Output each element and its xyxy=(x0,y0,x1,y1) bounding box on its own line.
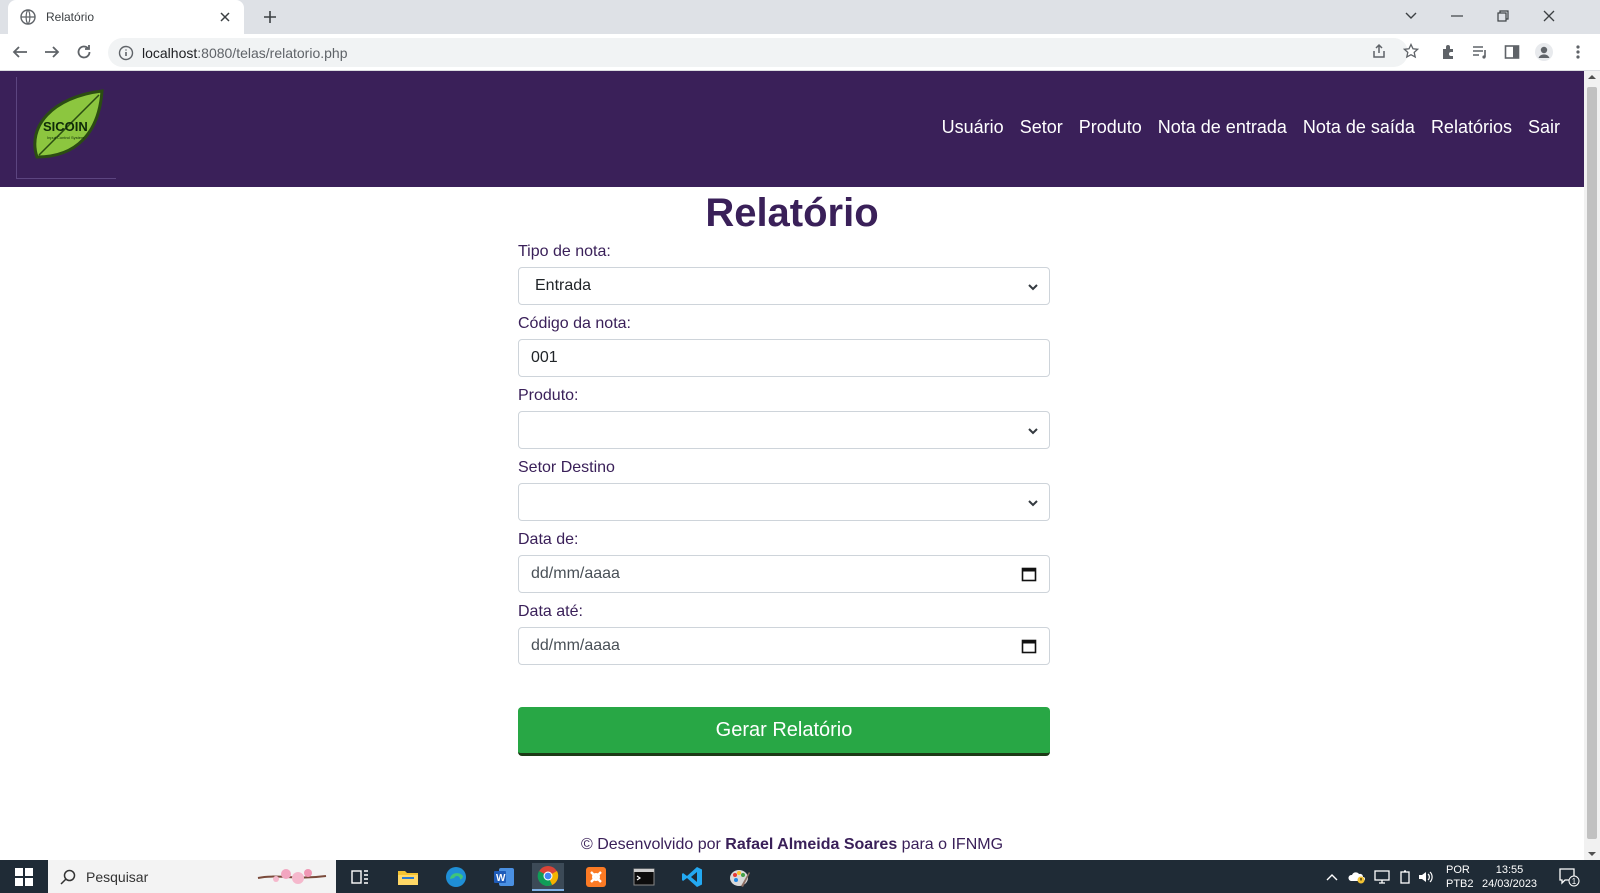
volume-icon[interactable] xyxy=(1418,860,1434,893)
tipo-nota-select[interactable]: Entrada xyxy=(518,267,1050,305)
page-footer: © Desenvolvido por Rafael Almeida Soares… xyxy=(0,836,1584,854)
restore-icon[interactable] xyxy=(1480,2,1526,30)
site-info-icon[interactable] xyxy=(118,45,134,61)
side-panel-icon[interactable] xyxy=(1500,40,1524,64)
browser-tab-bar: Relatório xyxy=(0,0,1600,34)
nav-usuario[interactable]: Usuário xyxy=(942,117,1004,138)
nav-setor[interactable]: Setor xyxy=(1020,117,1063,138)
browser-menu-icon[interactable] xyxy=(1566,40,1590,64)
taskbar-search-text: Pesquisar xyxy=(86,868,149,885)
close-tab-icon[interactable] xyxy=(216,8,234,26)
forward-icon[interactable] xyxy=(38,38,66,66)
vscode-icon[interactable] xyxy=(676,863,708,891)
scroll-down-arrow-icon[interactable] xyxy=(1588,850,1596,858)
chevron-down-icon xyxy=(1028,284,1038,291)
tipo-nota-value: Entrada xyxy=(535,277,592,294)
notification-count: 1 xyxy=(1572,877,1577,886)
nav-nota-entrada[interactable]: Nota de entrada xyxy=(1158,117,1287,138)
media-queue-icon[interactable] xyxy=(1468,40,1492,64)
footer-suffix: para o IFNMG xyxy=(897,836,1004,853)
scroll-up-arrow-icon[interactable] xyxy=(1588,73,1596,81)
globe-icon xyxy=(20,9,36,25)
reload-icon[interactable] xyxy=(70,38,98,66)
back-icon[interactable] xyxy=(6,38,34,66)
site-navbar: SICOIN Input Control System Usuário Seto… xyxy=(0,71,1584,187)
logo-subtext: Input Control System xyxy=(47,135,85,140)
network-icon[interactable] xyxy=(1374,860,1390,893)
footer-prefix: © Desenvolvido por xyxy=(580,836,726,853)
battery-icon[interactable] xyxy=(1398,860,1412,893)
file-explorer-icon[interactable] xyxy=(392,863,424,891)
address-bar[interactable]: localhost:8080/telas/relatorio.php xyxy=(108,38,1408,67)
chevron-down-icon xyxy=(1028,428,1038,435)
minimize-icon[interactable] xyxy=(1434,2,1480,30)
lang-code: POR xyxy=(1446,864,1470,876)
windows-start-icon[interactable] xyxy=(10,866,38,888)
produto-label: Produto: xyxy=(518,387,579,404)
url-host: localhost xyxy=(142,44,198,61)
main-menu: Usuário Setor Produto Nota de entrada No… xyxy=(942,117,1560,138)
browser-tab[interactable]: Relatório xyxy=(8,0,244,34)
word-icon[interactable]: W xyxy=(488,863,520,891)
show-hidden-icons-chevron[interactable] xyxy=(1326,860,1338,893)
input-language[interactable]: POR PTB2 xyxy=(1446,863,1474,891)
site-logo[interactable]: SICOIN Input Control System xyxy=(16,77,116,179)
produto-select[interactable] xyxy=(518,411,1050,449)
page-viewport: SICOIN Input Control System Usuário Seto… xyxy=(0,71,1584,860)
taskbar-search[interactable]: Pesquisar xyxy=(48,860,336,893)
codigo-nota-value: 001 xyxy=(531,349,558,366)
data-de-placeholder: dd/mm/aaaa xyxy=(531,565,620,582)
close-window-icon[interactable] xyxy=(1526,2,1572,30)
setor-destino-select[interactable] xyxy=(518,483,1050,521)
data-ate-placeholder: dd/mm/aaaa xyxy=(531,637,620,654)
clock-date: 24/03/2023 xyxy=(1482,878,1538,890)
nav-sair[interactable]: Sair xyxy=(1528,117,1560,138)
svg-text:W: W xyxy=(496,873,506,884)
nav-relatorios[interactable]: Relatórios xyxy=(1431,117,1512,138)
search-highlight-image xyxy=(257,869,327,884)
bookmark-star-icon[interactable] xyxy=(1400,40,1422,62)
nav-nota-saida[interactable]: Nota de saída xyxy=(1303,117,1415,138)
clock-time: 13:55 xyxy=(1495,864,1524,876)
browser-toolbar: localhost:8080/telas/relatorio.php xyxy=(0,34,1600,71)
share-icon[interactable] xyxy=(1368,40,1390,62)
tab-title: Relatório xyxy=(46,10,95,24)
data-de-input[interactable]: dd/mm/aaaa xyxy=(518,555,1050,593)
task-view-icon[interactable] xyxy=(344,863,376,891)
extensions-icon[interactable] xyxy=(1436,40,1460,64)
system-clock[interactable]: 13:55 24/03/2023 xyxy=(1482,863,1537,891)
search-icon xyxy=(60,869,76,885)
onedrive-warning-icon[interactable] xyxy=(1348,860,1366,893)
nav-produto[interactable]: Produto xyxy=(1079,117,1142,138)
windows-taskbar: Pesquisar W POR PTB2 13:55 24/03/2023 1 xyxy=(0,860,1600,893)
page-title: Relatório xyxy=(705,191,879,235)
setor-destino-label: Setor Destino xyxy=(518,459,615,476)
notification-center-icon[interactable]: 1 xyxy=(1558,860,1580,893)
logo-text: SICOIN xyxy=(43,119,88,134)
tipo-nota-label: Tipo de nota: xyxy=(518,243,611,260)
codigo-nota-input[interactable]: 001 xyxy=(518,339,1050,377)
tab-search-chevron-icon[interactable] xyxy=(1388,2,1434,30)
chrome-icon[interactable] xyxy=(532,863,564,891)
calendar-icon[interactable] xyxy=(1021,566,1037,582)
edge-browser-icon[interactable] xyxy=(440,863,472,891)
codigo-nota-label: Código da nota: xyxy=(518,315,631,332)
data-de-label: Data de: xyxy=(518,531,579,548)
paint-icon[interactable] xyxy=(724,863,756,891)
footer-author: Rafael Almeida Soares xyxy=(725,836,898,853)
gerar-relatorio-button[interactable]: Gerar Relatório xyxy=(518,707,1050,756)
data-ate-input[interactable]: dd/mm/aaaa xyxy=(518,627,1050,665)
chevron-down-icon xyxy=(1028,500,1038,507)
keyboard-layout: PTB2 xyxy=(1446,878,1474,890)
page-scrollbar[interactable] xyxy=(1584,71,1600,860)
calendar-icon[interactable] xyxy=(1021,638,1037,654)
report-form: Tipo de nota: Entrada Código da nota: 00… xyxy=(518,241,1050,673)
data-ate-label: Data até: xyxy=(518,603,583,620)
scroll-thumb[interactable] xyxy=(1587,87,1597,839)
profile-avatar-icon[interactable] xyxy=(1532,40,1556,64)
terminal-icon[interactable] xyxy=(628,863,660,891)
url-path: :8080/telas/relatorio.php xyxy=(197,44,348,61)
xampp-icon[interactable] xyxy=(580,863,612,891)
new-tab-icon[interactable] xyxy=(258,5,282,29)
